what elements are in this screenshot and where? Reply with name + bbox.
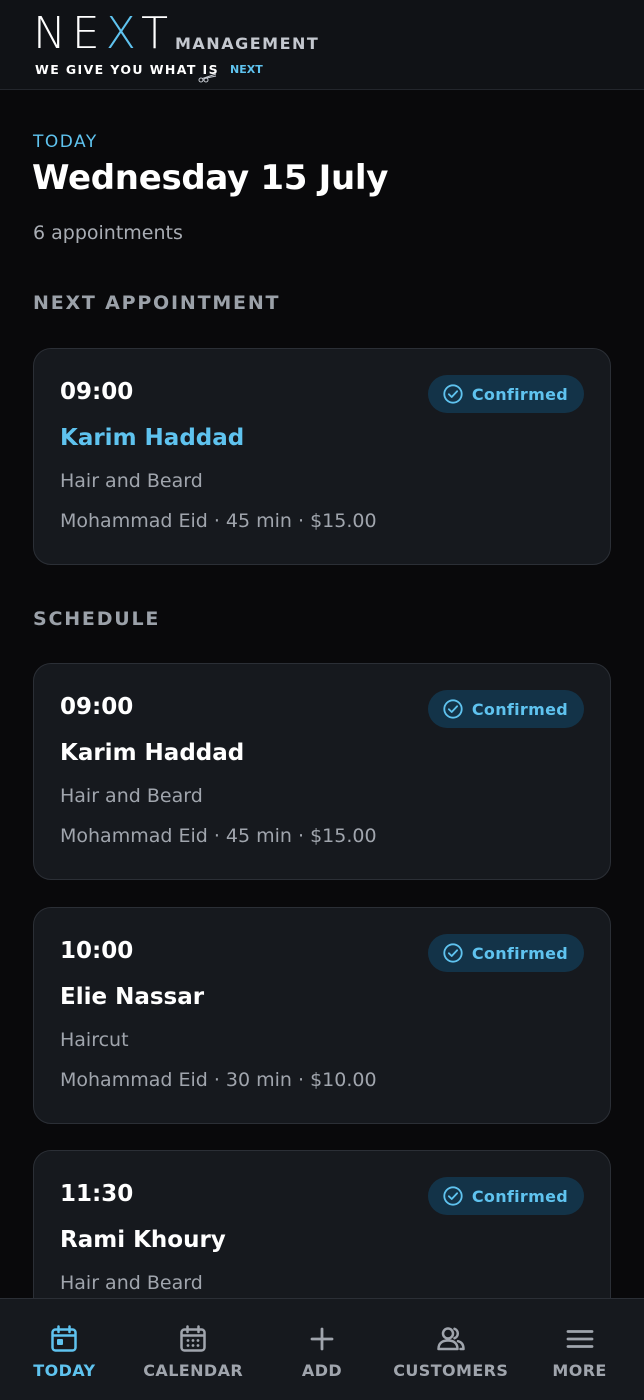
plus-icon — [310, 1327, 334, 1351]
appointment-time: 10:00 — [60, 938, 134, 964]
appointment-time: 09:00 — [60, 379, 134, 405]
service-name: Haircut — [60, 1029, 129, 1051]
nav-label: CUSTOMERS — [393, 1361, 509, 1380]
client-name: Rami Khoury — [60, 1227, 226, 1253]
appointment-details: Mohammad Eid · 45 min · $15.00 — [60, 825, 377, 847]
client-name: Karim Haddad — [60, 740, 245, 766]
nav-label: TODAY — [33, 1361, 96, 1380]
appointment-details: Mohammad Eid · 30 min · $10.00 — [60, 1069, 377, 1091]
logo-wordmark: NEXT — [33, 8, 174, 59]
users-icon — [437, 1327, 465, 1351]
status-badge: Confirmed — [427, 690, 584, 728]
bottom-nav: TODAY CALENDAR ADD CUSTOMERS MORE — [0, 1298, 644, 1400]
nav-label: ADD — [301, 1361, 343, 1380]
schedule-card[interactable]: 10:00 Confirmed Elie Nassar Haircut Moha… — [33, 907, 611, 1124]
today-label: TODAY — [33, 132, 98, 152]
appointment-time: 09:00 — [60, 694, 134, 720]
calendar-grid-icon — [180, 1325, 206, 1352]
nav-label: MORE — [552, 1361, 607, 1380]
nav-item-customers[interactable]: CUSTOMERS — [386, 1299, 515, 1400]
status-label: Confirmed — [471, 384, 568, 404]
check-circle-icon — [443, 943, 463, 963]
status-badge: Confirmed — [427, 934, 584, 972]
logo-subtitle: MANAGEMENT — [175, 34, 320, 53]
section-title-schedule: SCHEDULE — [33, 608, 161, 630]
scissors-icon — [198, 73, 217, 83]
next-appointment-card[interactable]: 09:00 Confirmed Karim Haddad Hair and Be… — [33, 348, 611, 565]
nav-item-add[interactable]: ADD — [258, 1299, 387, 1400]
nav-label: CALENDAR — [143, 1361, 244, 1380]
status-label: Confirmed — [471, 943, 568, 963]
status-label: Confirmed — [471, 1186, 568, 1206]
check-circle-icon — [443, 1186, 463, 1206]
calendar-today-icon — [51, 1325, 78, 1352]
section-title-next-appointment: NEXT APPOINTMENT — [33, 292, 281, 314]
client-name[interactable]: Karim Haddad — [60, 425, 244, 451]
client-name: Elie Nassar — [60, 984, 205, 1010]
logo-tagline: WE GIVE YOU WHAT IS — [35, 62, 219, 77]
logo-tagline-accent: NEXT — [230, 63, 263, 76]
appointment-details: Mohammad Eid · 45 min · $15.00 — [60, 510, 377, 532]
nav-item-calendar[interactable]: CALENDAR — [129, 1299, 258, 1400]
menu-icon — [566, 1330, 593, 1348]
nav-item-more[interactable]: MORE — [515, 1299, 644, 1400]
appointment-count: 6 appointments — [33, 222, 183, 244]
status-badge: Confirmed — [427, 1177, 584, 1215]
service-name: Hair and Beard — [60, 470, 203, 492]
service-name: Hair and Beard — [60, 1272, 203, 1294]
app-header: NEXT MANAGEMENT WE GIVE YOU WHAT IS NEXT — [0, 0, 644, 90]
service-name: Hair and Beard — [60, 785, 203, 807]
appointment-time: 11:30 — [60, 1181, 134, 1207]
page-title: Wednesday 15 July — [32, 158, 389, 198]
nav-item-today[interactable]: TODAY — [0, 1299, 129, 1400]
schedule-card[interactable]: 09:00 Confirmed Karim Haddad Hair and Be… — [33, 663, 611, 880]
check-circle-icon — [443, 699, 463, 719]
status-badge: Confirmed — [427, 375, 584, 413]
check-circle-icon — [443, 384, 463, 404]
status-label: Confirmed — [471, 699, 568, 719]
